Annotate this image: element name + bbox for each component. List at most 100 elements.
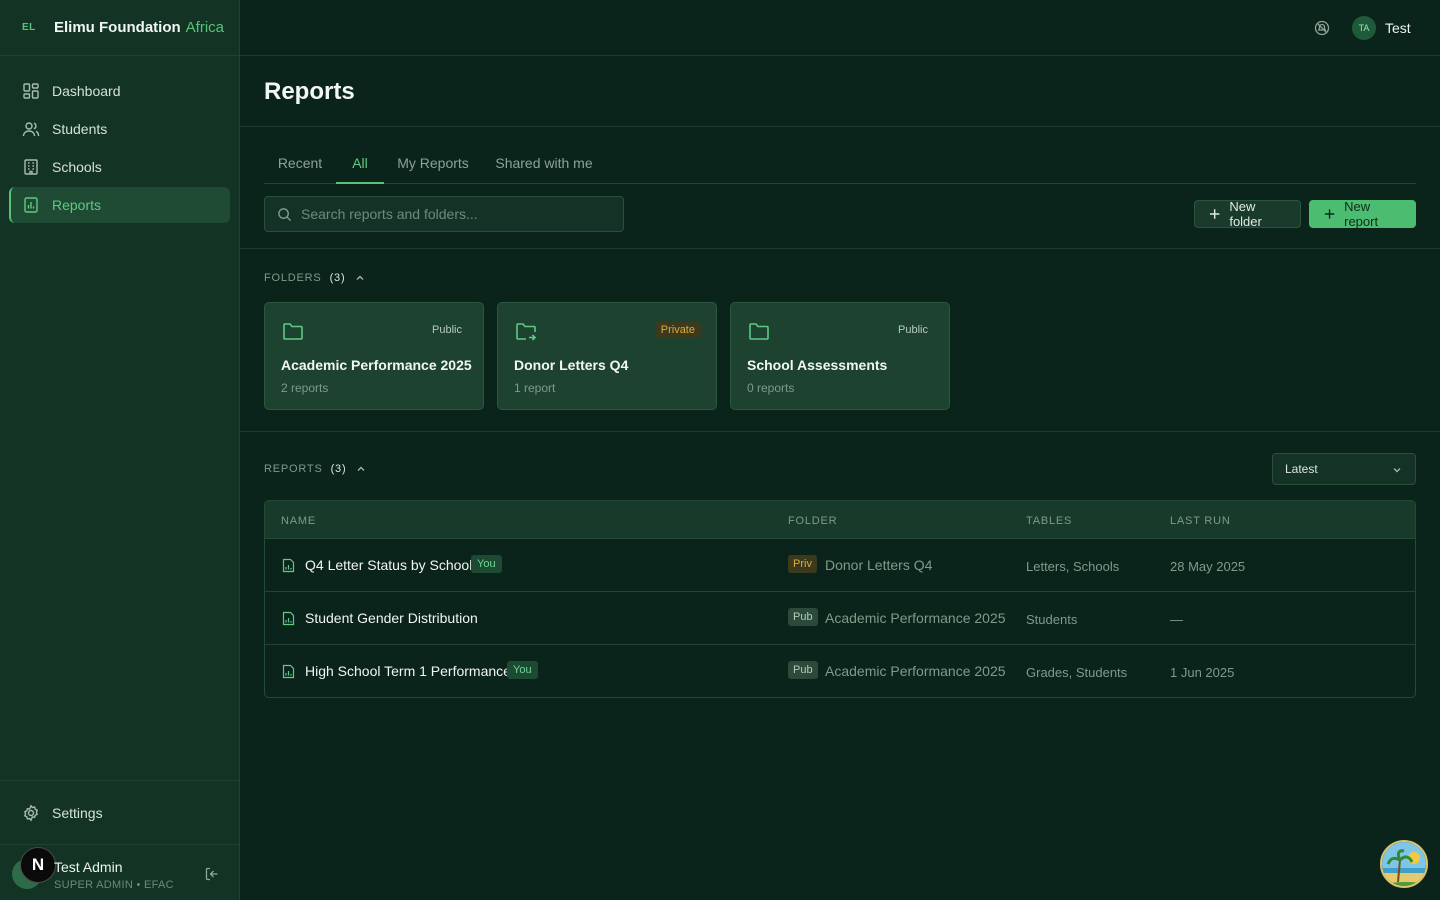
brand-name: Elimu Foundation	[54, 19, 181, 36]
sort-select[interactable]: Latest	[1272, 453, 1416, 485]
folder-card[interactable]: Private Donor Letters Q4 1 report	[497, 302, 717, 410]
sidebar-item-label: Reports	[52, 197, 102, 213]
folder-name: Donor Letters Q4	[514, 357, 629, 373]
user-name: Test Admin	[54, 859, 123, 875]
sidebar-item-schools[interactable]: Schools	[9, 149, 230, 185]
page-title: Reports	[264, 78, 355, 105]
plus-icon	[1209, 209, 1220, 219]
search-icon	[278, 207, 292, 221]
folder-card[interactable]: Public School Assessments 0 reports	[730, 302, 950, 410]
brand-accent: Africa	[185, 19, 224, 36]
new-folder-button[interactable]: New folder	[1194, 199, 1301, 229]
report-file-icon	[282, 611, 295, 626]
folders-count: (3)	[329, 272, 346, 284]
search-box[interactable]	[264, 196, 624, 232]
brand-mark: EL	[22, 22, 36, 33]
report-name[interactable]: Q4 Letter Status by School	[305, 557, 472, 573]
column-header-folder[interactable]: FOLDER	[788, 515, 837, 527]
column-header-last-run[interactable]: LAST RUN	[1170, 515, 1231, 527]
sidebar-item-label: Dashboard	[52, 83, 121, 99]
report-last-run: —	[1170, 612, 1183, 627]
user-menu-name[interactable]: Test	[1385, 20, 1411, 36]
folder-card[interactable]: Public Academic Performance 2025 2 repor…	[264, 302, 484, 410]
new-folder-label: New folder	[1229, 199, 1262, 229]
reports-section-header[interactable]: REPORTS (3)	[264, 463, 367, 475]
tab-recent[interactable]: Recent	[264, 144, 336, 184]
report-name[interactable]: High School Term 1 Performance	[305, 663, 511, 679]
sidebar-item-students[interactable]: Students	[9, 111, 230, 147]
table-row[interactable]: Q4 Letter Status by School You Priv Dono…	[265, 539, 1415, 592]
settings-label: Settings	[52, 805, 103, 821]
user-role: SUPER ADMIN • EFAC	[54, 879, 174, 891]
report-file-icon	[282, 558, 295, 573]
new-report-label: New report	[1344, 199, 1379, 229]
main-content: Reports Recent All My Reports Shared wit…	[240, 56, 1440, 900]
folders-section-header[interactable]: FOLDERS (3)	[264, 272, 366, 284]
students-icon	[22, 122, 40, 137]
sort-selected-value: Latest	[1285, 462, 1318, 476]
report-tables: Letters, Schools	[1026, 559, 1120, 574]
logout-icon[interactable]	[204, 866, 220, 882]
sidebar-nav: Dashboard Students Schools Reports	[0, 56, 239, 223]
topbar: TA Test	[240, 0, 1440, 56]
tab-shared-with-me[interactable]: Shared with me	[490, 144, 598, 184]
user-profile[interactable]: N Test Admin SUPER ADMIN • EFAC	[0, 844, 239, 900]
reports-heading: REPORTS	[264, 463, 323, 475]
reports-icon	[24, 197, 38, 213]
chevron-up-icon[interactable]	[354, 272, 366, 284]
owner-badge: You	[507, 661, 538, 679]
chevron-up-icon[interactable]	[355, 463, 367, 475]
report-folder: Academic Performance 2025	[825, 610, 1006, 626]
sidebar-item-reports[interactable]: Reports	[9, 187, 230, 223]
visibility-badge: Pub	[788, 661, 818, 679]
folder-report-count: 1 report	[514, 381, 556, 395]
visibility-badge: Pub	[788, 608, 818, 626]
sidebar-item-label: Schools	[52, 159, 102, 175]
reports-table: NAME FOLDER TABLES LAST RUN Q4 Letter St…	[264, 500, 1416, 698]
divider	[240, 248, 1440, 249]
column-header-tables[interactable]: TABLES	[1026, 515, 1072, 527]
user-avatar[interactable]: TA	[1352, 16, 1376, 40]
report-folder: Donor Letters Q4	[825, 557, 933, 573]
sidebar-footer: Settings N Test Admin SUPER ADMIN • EFAC	[0, 780, 239, 900]
sidebar-item-dashboard[interactable]: Dashboard	[9, 73, 230, 109]
report-tabs: Recent All My Reports Shared with me	[264, 144, 1416, 184]
report-name[interactable]: Student Gender Distribution	[305, 610, 478, 626]
visibility-badge: Private	[654, 322, 701, 338]
visibility-badge: Public	[432, 324, 462, 336]
folder-report-count: 2 reports	[281, 381, 329, 395]
folder-icon	[749, 323, 769, 340]
new-report-button[interactable]: New report	[1309, 199, 1416, 229]
folder-report-count: 0 reports	[747, 381, 795, 395]
report-tables: Students	[1026, 612, 1078, 627]
table-header: NAME FOLDER TABLES LAST RUN	[265, 501, 1415, 539]
gear-icon	[23, 804, 39, 822]
sidebar: EL Elimu Foundation Africa Dashboard Stu…	[0, 0, 240, 900]
column-header-name[interactable]: NAME	[281, 515, 316, 527]
tab-all[interactable]: All	[336, 144, 384, 184]
visibility-badge: Public	[898, 324, 928, 336]
divider	[240, 126, 1440, 127]
dev-tools-badge[interactable]: N	[20, 847, 56, 883]
folder-icon	[283, 323, 303, 340]
folder-name: Academic Performance 2025	[281, 357, 472, 373]
report-last-run: 1 Jun 2025	[1170, 665, 1235, 680]
report-file-icon	[282, 664, 295, 679]
table-row[interactable]: Student Gender Distribution Pub Academic…	[265, 592, 1415, 645]
report-tables: Grades, Students	[1026, 665, 1128, 680]
report-last-run: 28 May 2025	[1170, 559, 1246, 574]
sidebar-item-settings[interactable]: Settings	[9, 795, 230, 831]
owner-badge: You	[471, 555, 502, 573]
sidebar-item-label: Students	[52, 121, 108, 137]
tab-my-reports[interactable]: My Reports	[388, 144, 478, 184]
chevron-down-icon	[1393, 468, 1401, 473]
reports-count: (3)	[330, 463, 347, 475]
brand[interactable]: EL Elimu Foundation Africa	[0, 0, 239, 56]
assistant-avatar[interactable]	[1380, 840, 1428, 888]
table-row[interactable]: High School Term 1 Performance You Pub A…	[265, 645, 1415, 697]
folders-heading: FOLDERS	[264, 272, 322, 284]
folder-shared-icon	[516, 323, 537, 341]
notifications-off-icon[interactable]	[1313, 19, 1331, 37]
search-input[interactable]	[301, 206, 601, 222]
schools-icon	[24, 159, 38, 175]
